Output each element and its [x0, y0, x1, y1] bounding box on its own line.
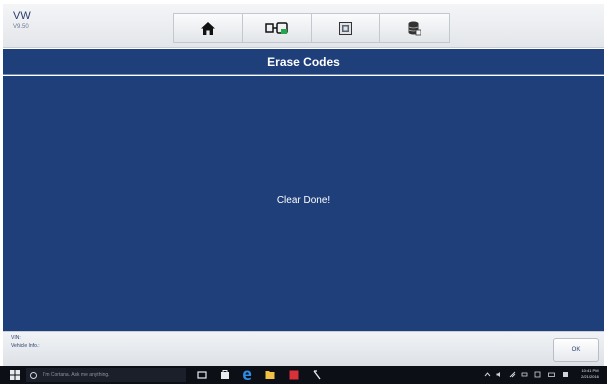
cortana-placeholder: I'm Cortana. Ask me anything. — [43, 372, 110, 378]
vehicle-info-bar: VIN: Vehicle Info.: OK — [3, 331, 604, 366]
page-title-bar: Erase Codes — [3, 49, 604, 75]
cortana-search-box[interactable]: I'm Cortana. Ask me anything. — [26, 368, 186, 382]
ok-button[interactable]: OK — [553, 338, 599, 362]
cortana-icon — [30, 371, 37, 379]
store-icon[interactable] — [220, 370, 230, 380]
home-icon — [200, 21, 215, 35]
file-explorer-icon[interactable] — [265, 370, 275, 380]
brand-block: VW V9.50 — [13, 10, 31, 32]
battery-icon[interactable] — [521, 371, 528, 378]
system-clock[interactable]: 10:41 PM 2/21/2016 — [576, 368, 604, 380]
red-app-icon[interactable] — [289, 370, 299, 380]
screenshot-icon — [338, 21, 352, 35]
tools-app-icon[interactable] — [312, 370, 322, 380]
network-icon[interactable] — [509, 371, 516, 378]
volume-icon[interactable] — [496, 371, 503, 378]
input-indicator-icon[interactable] — [534, 371, 541, 378]
screenshot-button[interactable] — [312, 14, 381, 42]
vehicle-connect-button[interactable] — [243, 14, 312, 42]
clock-date: 2/21/2016 — [581, 374, 599, 379]
windows-start-icon[interactable] — [10, 370, 20, 380]
result-panel: Clear Done! — [3, 76, 604, 331]
action-center-icon[interactable] — [562, 371, 569, 378]
task-view-icon[interactable] — [197, 370, 207, 380]
vehicle-info-label: Vehicle Info.: — [11, 343, 40, 349]
vin-label: VIN: — [11, 335, 21, 341]
vehicle-connect-icon — [264, 22, 288, 34]
edge-browser-icon[interactable] — [242, 370, 252, 380]
status-message: Clear Done! — [276, 195, 331, 206]
keyboard-icon[interactable] — [548, 371, 555, 378]
data-save-button[interactable] — [380, 14, 449, 42]
data-save-icon — [408, 21, 422, 35]
app-window: VW V9.50 Erase Codes Clear Done! VIN: Ve… — [3, 4, 604, 366]
brand-name: VW — [13, 10, 31, 22]
page-title: Erase Codes — [267, 54, 340, 69]
windows-taskbar: I'm Cortana. Ask me anything. 10:41 PM 2… — [0, 366, 607, 384]
software-version: V9.50 — [13, 24, 29, 30]
home-button[interactable] — [174, 14, 243, 42]
notifications-up-arrow-icon[interactable] — [484, 371, 491, 378]
top-header: VW V9.50 — [3, 4, 604, 48]
main-toolbar — [173, 13, 450, 43]
